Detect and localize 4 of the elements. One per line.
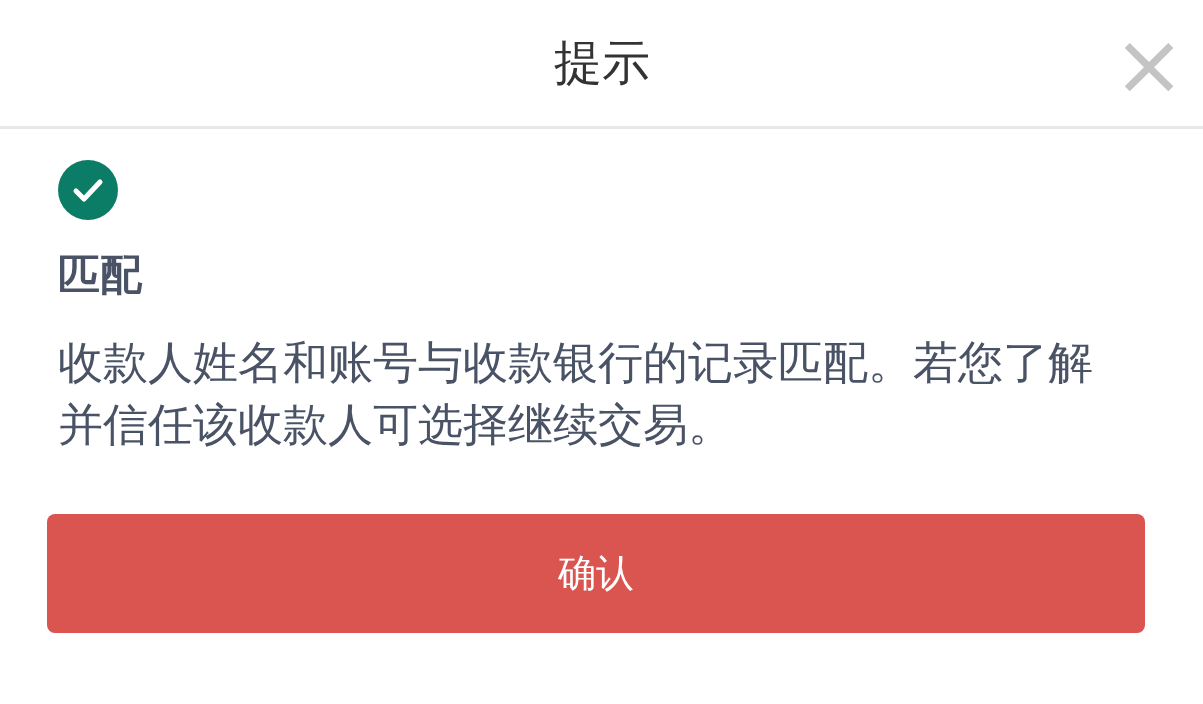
dialog-title: 提示 [553,33,650,92]
confirm-button[interactable]: 确认 [47,514,1145,633]
result-message: 收款人姓名和账号与收款银行的记录匹配。若您了解并信任该收款人可选择继续交易。 [58,335,1094,453]
result-heading: 匹配 [58,250,143,300]
